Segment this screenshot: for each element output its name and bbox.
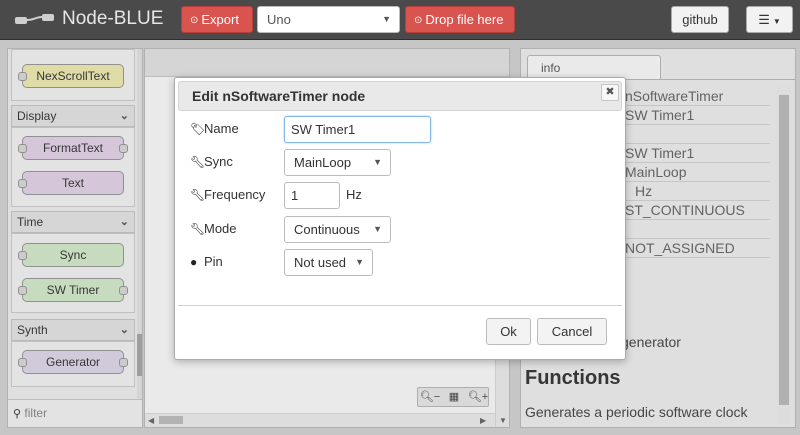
frequency-input[interactable]: 1 bbox=[284, 182, 340, 209]
name-input[interactable]: SW Timer1 bbox=[284, 116, 431, 143]
export-button[interactable]: ⊙ Export bbox=[181, 6, 253, 33]
frequency-label: 🔧︎Frequency bbox=[190, 187, 265, 202]
drop-file-label: Drop file here bbox=[425, 12, 504, 27]
tag-icon: 🏷︎ bbox=[190, 122, 206, 136]
frequency-unit: Hz bbox=[346, 187, 362, 202]
mode-label: 🔧︎Mode bbox=[190, 221, 237, 236]
wrench-icon: 🔧︎ bbox=[190, 188, 206, 202]
close-icon[interactable]: ✖ bbox=[601, 84, 619, 101]
wrench-icon: 🔧︎ bbox=[190, 222, 206, 236]
sync-label-text: Sync bbox=[204, 154, 233, 169]
chevron-down-icon: ▼ bbox=[373, 157, 382, 167]
dialog-title-text: Edit nSoftwareTimer node bbox=[192, 88, 366, 104]
pin-label: ● Pin bbox=[190, 254, 223, 269]
pin-select-value: Not used bbox=[294, 255, 347, 270]
frequency-label-text: Frequency bbox=[204, 187, 266, 202]
circle-icon: ● bbox=[190, 255, 198, 269]
export-icon: ⊙ bbox=[190, 15, 199, 26]
name-label-text: Name bbox=[204, 121, 239, 136]
header-bar: Node-BLUE ⊙ Export Uno ▼ ⊙ Drop file here … bbox=[0, 0, 800, 40]
dialog-title: Edit nSoftwareTimer node bbox=[178, 81, 622, 111]
chevron-down-icon: ▼ bbox=[373, 224, 382, 234]
board-select[interactable]: Uno ▼ bbox=[257, 6, 400, 33]
pin-select[interactable]: Not used ▼ bbox=[284, 249, 373, 276]
mode-select-value: Continuous bbox=[294, 222, 360, 237]
board-select-value: Uno bbox=[267, 12, 291, 27]
logo-icon bbox=[15, 14, 54, 24]
app-title: Node-BLUE bbox=[62, 8, 164, 29]
dialog-divider bbox=[178, 305, 622, 306]
chevron-down-icon: ▼ bbox=[382, 14, 391, 24]
name-label: 🏷︎Name bbox=[190, 121, 239, 136]
mode-label-text: Mode bbox=[204, 221, 237, 236]
sync-select-value: MainLoop bbox=[294, 155, 352, 170]
ok-button[interactable]: Ok bbox=[486, 318, 531, 345]
pin-label-text: Pin bbox=[204, 254, 223, 269]
menu-icon: ☰ bbox=[758, 12, 770, 27]
edit-node-dialog: Edit nSoftwareTimer node ✖ 🏷︎Name SW Tim… bbox=[174, 77, 626, 360]
drop-icon: ⊙ bbox=[414, 15, 423, 26]
drop-file-button[interactable]: ⊙ Drop file here bbox=[405, 6, 515, 33]
wrench-icon: 🔧︎ bbox=[190, 155, 206, 169]
sync-select[interactable]: MainLoop ▼ bbox=[284, 149, 391, 176]
export-label: Export bbox=[201, 12, 239, 27]
menu-button[interactable]: ☰ ▼ bbox=[746, 6, 793, 33]
chevron-down-icon: ▼ bbox=[772, 17, 781, 26]
mode-select[interactable]: Continuous ▼ bbox=[284, 216, 391, 243]
github-button[interactable]: github bbox=[671, 6, 729, 33]
sync-label: 🔧︎Sync bbox=[190, 154, 233, 169]
chevron-down-icon: ▼ bbox=[355, 257, 364, 267]
cancel-button[interactable]: Cancel bbox=[537, 318, 607, 345]
